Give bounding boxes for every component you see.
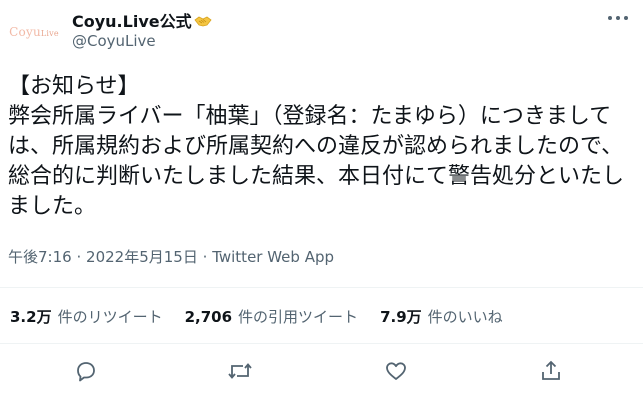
tweet-time-link[interactable]: 午後7:16 · 2022年5月15日 bbox=[8, 248, 198, 266]
reply-icon[interactable] bbox=[72, 357, 100, 385]
tweet-source-link[interactable]: Twitter Web App bbox=[212, 248, 334, 266]
tweet-actions bbox=[0, 353, 643, 389]
handshake-icon bbox=[194, 13, 212, 27]
meta-separator: · bbox=[202, 248, 208, 266]
divider bbox=[0, 287, 643, 288]
share-icon[interactable] bbox=[537, 357, 565, 385]
retweet-count[interactable]: 3.2万 件のリツイート bbox=[10, 306, 163, 327]
user-handle[interactable]: @CoyuLive bbox=[72, 32, 156, 50]
tweet-header: CoyuLive Coyu.Live公式 @CoyuLive bbox=[0, 0, 643, 62]
avatar-logo-text: CoyuLive bbox=[9, 25, 59, 39]
like-count[interactable]: 7.9万 件のいいね bbox=[380, 306, 503, 327]
display-name-row: Coyu.Live公式 bbox=[72, 9, 212, 31]
like-icon[interactable] bbox=[382, 357, 410, 385]
display-name[interactable]: Coyu.Live公式 bbox=[72, 8, 192, 32]
more-icon[interactable] bbox=[606, 8, 630, 28]
divider bbox=[0, 343, 643, 344]
tweet-text: 【お知らせ】 弊会所属ライバー「柚葉」（登録名：たまゆら）につきましては、所属規… bbox=[8, 74, 625, 219]
tweet-stats: 3.2万 件のリツイート 2,706 件の引用ツイート 7.9万 件のいいね bbox=[10, 301, 525, 331]
quote-count[interactable]: 2,706 件の引用ツイート bbox=[185, 306, 358, 327]
retweet-icon[interactable] bbox=[226, 357, 254, 385]
tweet-card: CoyuLive Coyu.Live公式 @CoyuLive 【お知らせ】 弊会… bbox=[0, 0, 643, 403]
avatar[interactable]: CoyuLive bbox=[6, 10, 62, 54]
tweet-meta: 午後7:16 · 2022年5月15日 · Twitter Web App bbox=[8, 246, 334, 267]
